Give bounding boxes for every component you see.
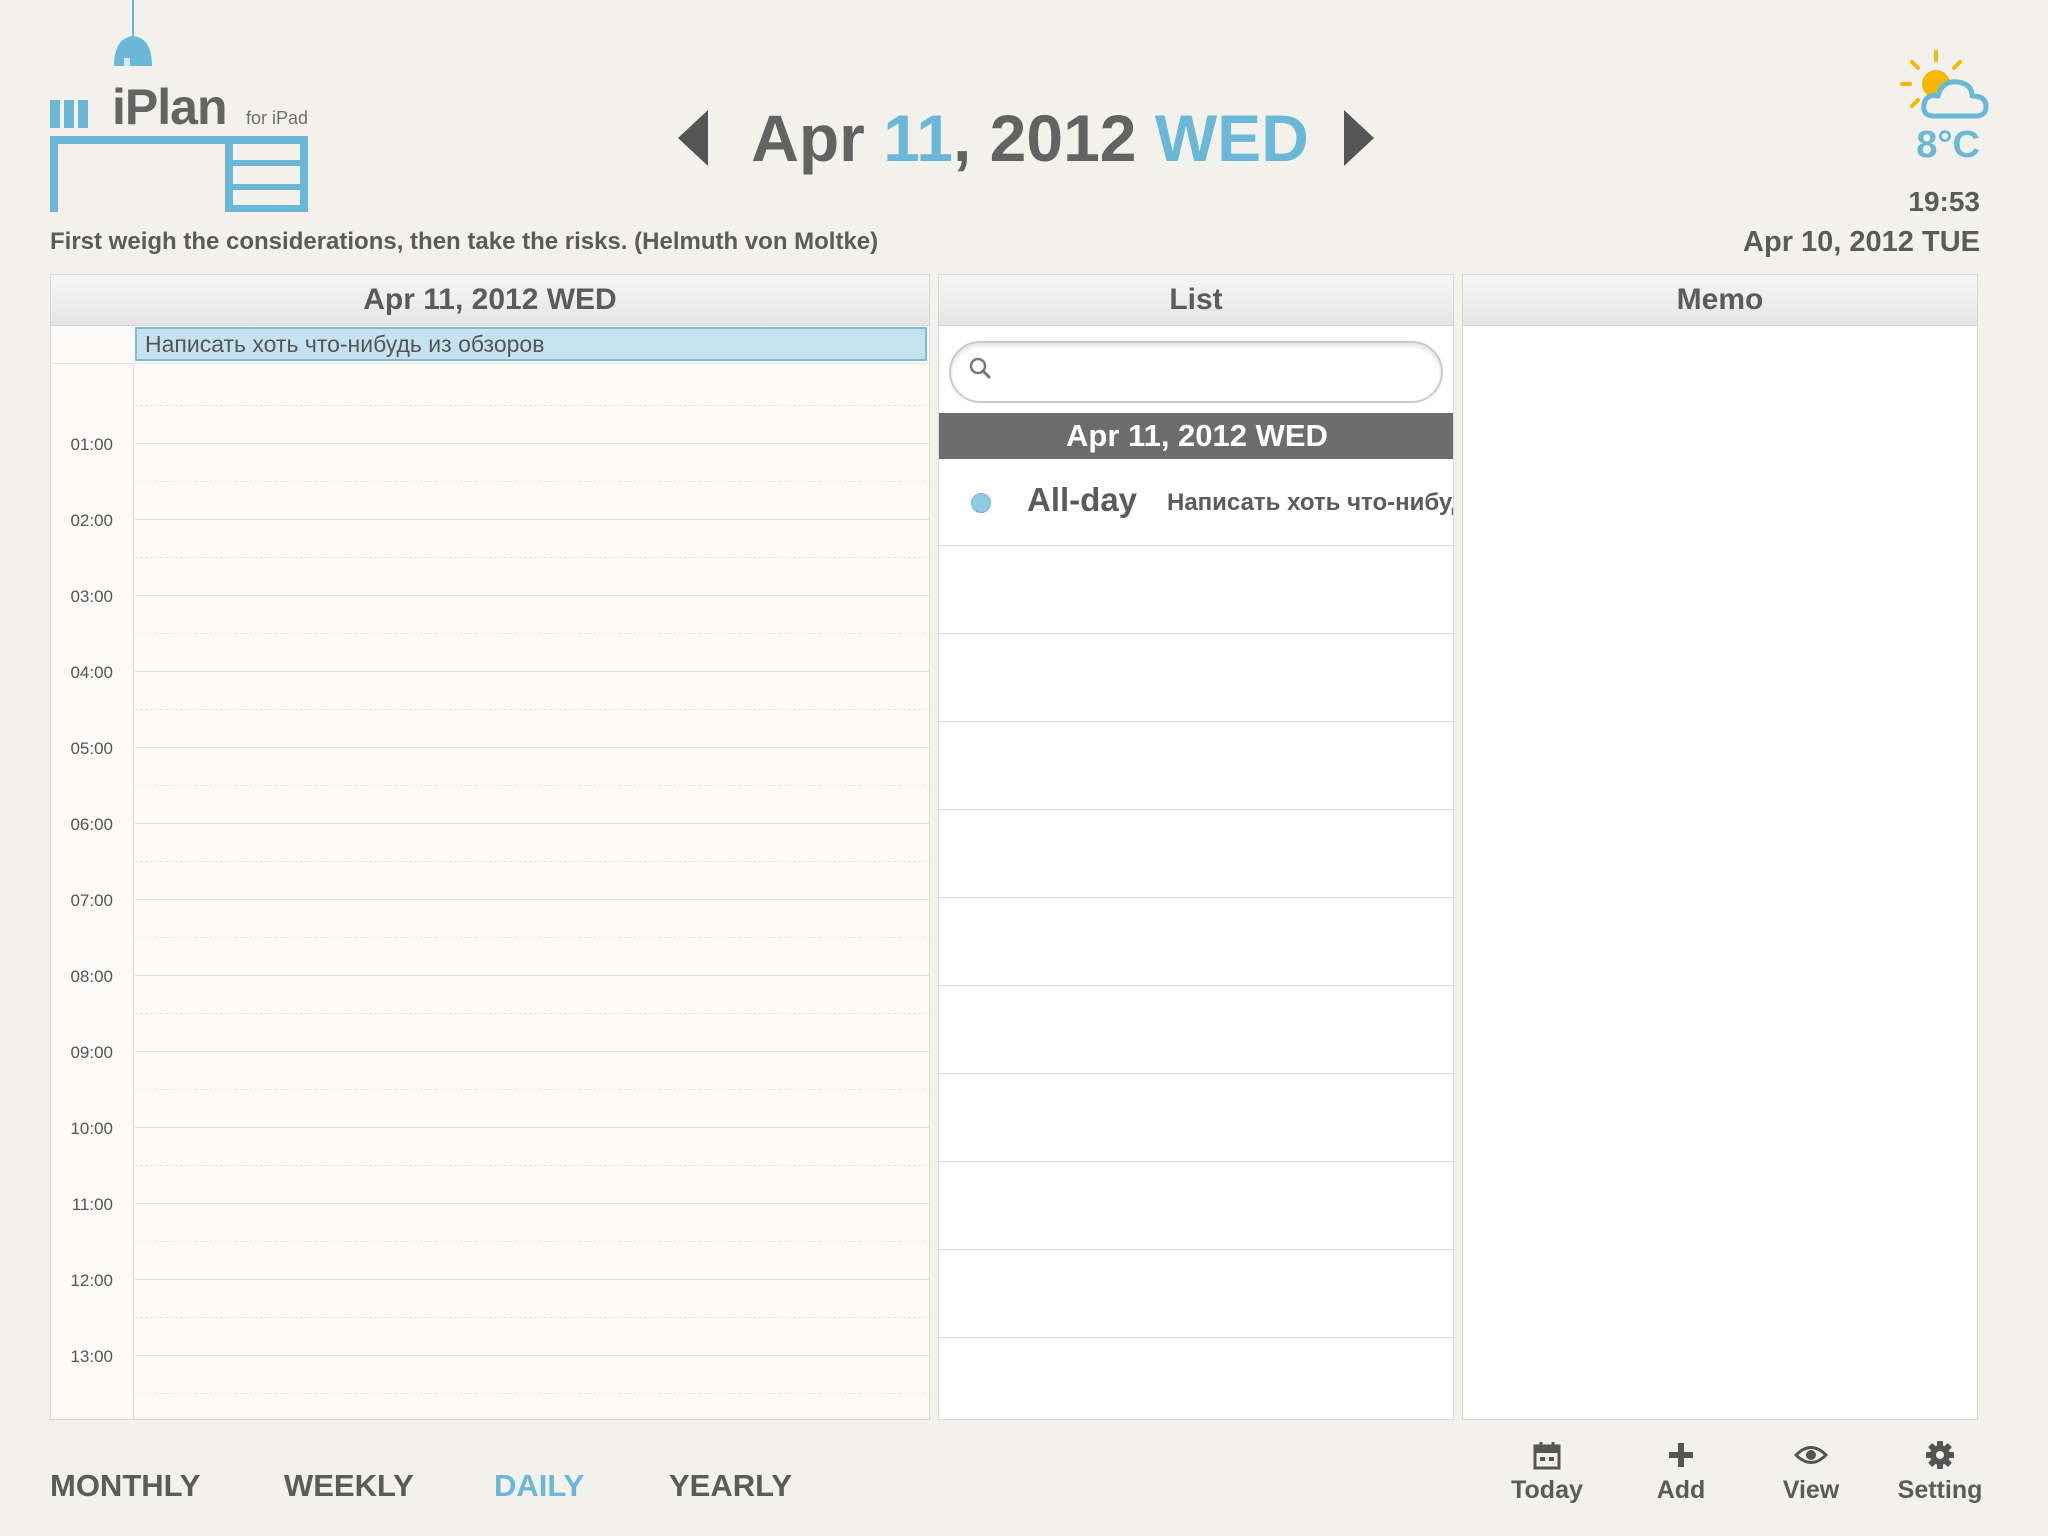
- list-item-time: All-day: [1027, 481, 1138, 518]
- hour-label: 03:00: [70, 587, 113, 606]
- hour-line: [135, 1203, 929, 1204]
- today-button[interactable]: Today: [1492, 1440, 1602, 1505]
- half-hour-line: [135, 557, 929, 558]
- allday-event[interactable]: Написать хоть что-нибудь из обзоров: [135, 327, 927, 361]
- half-hour-line: [135, 785, 929, 786]
- daily-panel-header: Apr 11, 2012 WED: [51, 275, 929, 326]
- list-panel: List Apr 11, 2012 WED All-day Написать х…: [938, 274, 1454, 1420]
- hour-label: 02:00: [70, 511, 113, 530]
- half-hour-line: [135, 1089, 929, 1090]
- next-day-button[interactable]: [1344, 110, 1374, 166]
- tab-yearly[interactable]: YEARLY: [669, 1468, 792, 1504]
- half-hour-line: [135, 1317, 929, 1318]
- previous-day-button[interactable]: [678, 110, 708, 166]
- half-hour-line: [135, 1013, 929, 1014]
- hour-label: 01:00: [70, 435, 113, 454]
- half-hour-line: [135, 405, 929, 406]
- current-time: 19:53: [1908, 186, 1980, 217]
- partly-cloudy-icon: [1900, 50, 1989, 119]
- hour-line: [135, 671, 929, 672]
- list-row-divider: [939, 1161, 1453, 1162]
- daily-quote: First weigh the considerations, then tak…: [50, 228, 879, 255]
- hour-line: [135, 899, 929, 900]
- list-panel-header: List: [939, 275, 1453, 326]
- hour-label: 06:00: [70, 815, 113, 834]
- time-column-divider: [133, 365, 136, 1419]
- gear-icon: [1926, 1441, 1954, 1469]
- setting-button-label: Setting: [1897, 1476, 1983, 1504]
- eye-icon: [1794, 1446, 1828, 1464]
- view-button[interactable]: View: [1756, 1440, 1866, 1505]
- date-day: 11: [883, 101, 953, 175]
- hour-label: 13:00: [70, 1347, 113, 1366]
- tab-weekly[interactable]: WEEKLY: [284, 1468, 414, 1504]
- list-item-title: Написать хоть что-нибудь из обзоров: [1167, 489, 1453, 516]
- setting-button[interactable]: Setting: [1885, 1440, 1995, 1505]
- hour-line: [135, 1127, 929, 1128]
- list-item[interactable]: All-day Написать хоть что-нибудь из обзо…: [939, 459, 1453, 546]
- date-month: Apr: [751, 101, 865, 175]
- search-input[interactable]: [949, 341, 1443, 403]
- list-row-divider: [939, 1249, 1453, 1250]
- memo-panel[interactable]: Memo: [1462, 274, 1978, 1420]
- hour-label: 11:00: [71, 1195, 113, 1214]
- half-hour-line: [135, 709, 929, 710]
- hour-label: 10:00: [70, 1119, 113, 1138]
- hour-line: [135, 443, 929, 444]
- hour-line: [135, 823, 929, 824]
- half-hour-line: [135, 861, 929, 862]
- hour-label: 05:00: [70, 739, 113, 758]
- hour-line: [135, 595, 929, 596]
- view-button-label: View: [1782, 1476, 1840, 1504]
- hour-line: [135, 519, 929, 520]
- hour-line: [135, 1279, 929, 1280]
- tab-daily[interactable]: DAILY: [494, 1468, 584, 1504]
- event-color-dot: [971, 493, 991, 513]
- list-row-divider: [939, 1337, 1453, 1338]
- hour-line: [135, 1355, 929, 1356]
- list-row-divider: [939, 985, 1453, 986]
- add-button[interactable]: Add: [1626, 1440, 1736, 1505]
- hour-line: [135, 747, 929, 748]
- today-date: Apr 10, 2012 TUE: [1743, 226, 1980, 258]
- temperature: 8°C: [1916, 124, 1980, 166]
- allday-row: Написать хоть что-нибудь из обзоров: [51, 325, 929, 364]
- hour-label: 04:00: [70, 663, 113, 682]
- search-icon: [969, 357, 991, 379]
- date-weekday: WED: [1154, 101, 1309, 175]
- hour-label: 07:00: [70, 891, 113, 910]
- half-hour-line: [135, 937, 929, 938]
- list-date-header: Apr 11, 2012 WED: [939, 413, 1453, 459]
- plus-icon: [1669, 1443, 1693, 1467]
- calendar-icon: [1533, 1442, 1561, 1470]
- daily-panel: Apr 11, 2012 WED Написать хоть что-нибуд…: [50, 274, 930, 1420]
- memo-panel-header: Memo: [1463, 275, 1977, 326]
- current-date-title: Apr 11, 2012 WED: [740, 100, 1320, 176]
- hour-label: 12:00: [70, 1271, 113, 1290]
- list-row-divider: [939, 721, 1453, 722]
- app-subtitle: for iPad: [246, 108, 309, 128]
- half-hour-line: [135, 481, 929, 482]
- half-hour-line: [135, 1165, 929, 1166]
- add-button-label: Add: [1656, 1476, 1706, 1504]
- half-hour-line: [135, 633, 929, 634]
- half-hour-line: [135, 1393, 929, 1394]
- list-row-divider: [939, 1073, 1453, 1074]
- hour-line: [135, 1051, 929, 1052]
- list-row-divider: [939, 809, 1453, 810]
- date-year: , 2012: [952, 101, 1137, 175]
- hour-line: [135, 975, 929, 976]
- list-row-divider: [939, 897, 1453, 898]
- today-button-label: Today: [1511, 1476, 1583, 1504]
- hour-label: 09:00: [70, 1043, 113, 1062]
- list-row-divider: [939, 633, 1453, 634]
- app-name: iPlan: [112, 79, 227, 135]
- half-hour-line: [135, 1241, 929, 1242]
- tab-monthly[interactable]: MONTHLY: [50, 1468, 200, 1504]
- hour-label: 08:00: [70, 967, 113, 986]
